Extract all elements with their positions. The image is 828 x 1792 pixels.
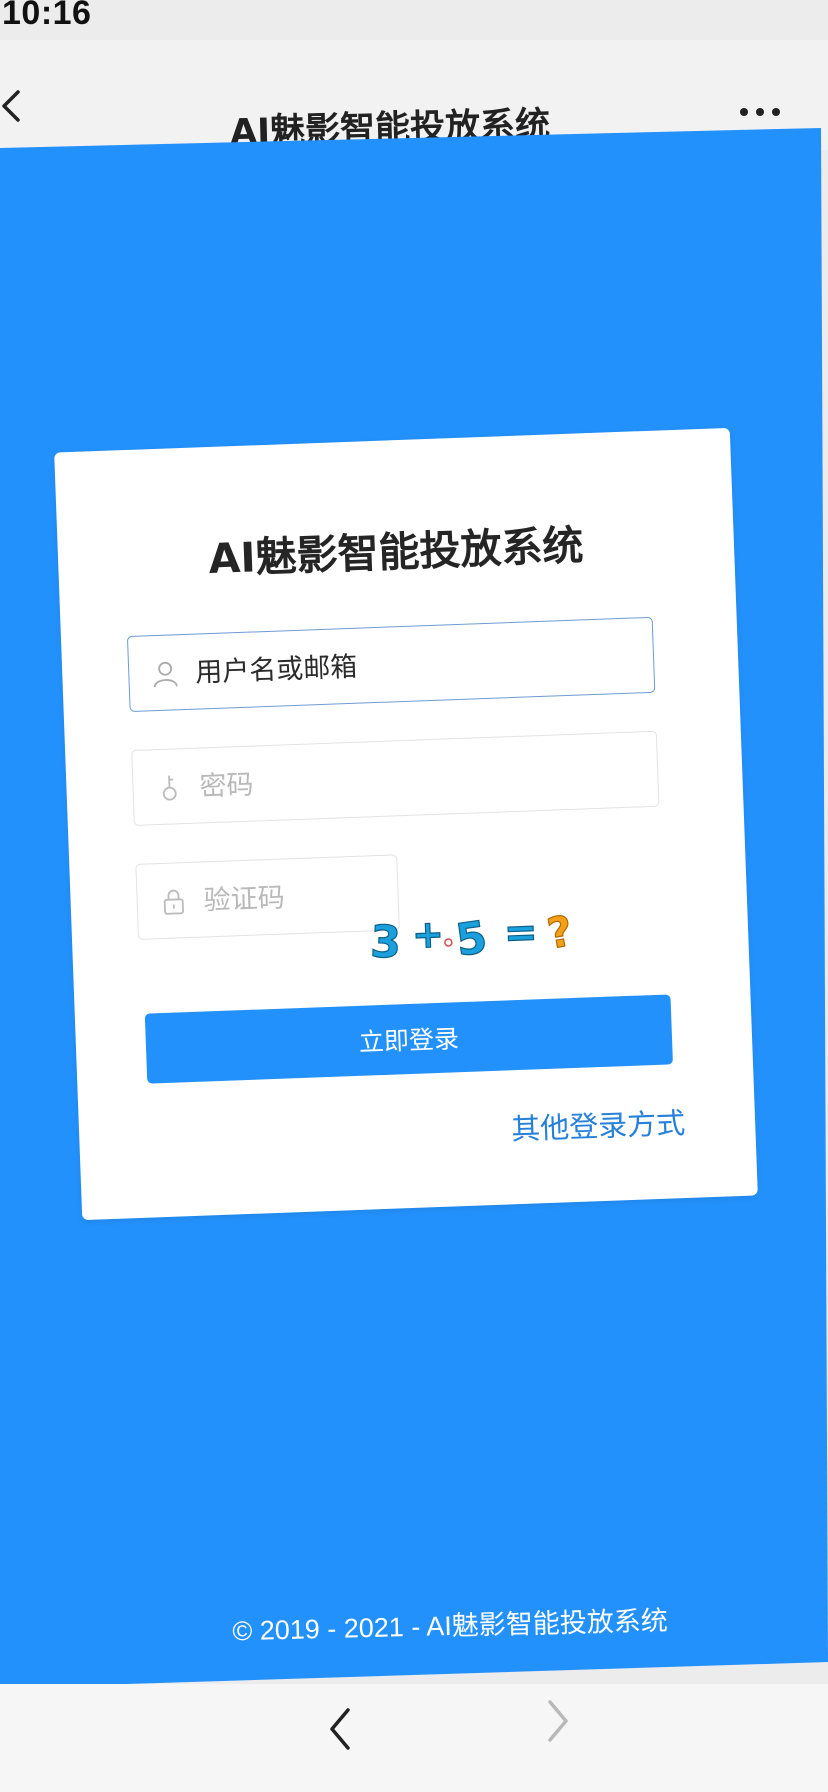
svg-text:3: 3 <box>370 917 402 969</box>
login-button[interactable]: 立即登录 <box>144 994 673 1084</box>
svg-text:+: + <box>411 912 444 957</box>
more-icon[interactable] <box>736 94 792 130</box>
key-icon <box>155 773 184 802</box>
username-input[interactable] <box>192 626 643 703</box>
svg-text:5: 5 <box>453 912 491 967</box>
status-time: 10:16 <box>2 0 92 32</box>
user-icon <box>151 659 180 688</box>
password-field-box <box>131 730 660 826</box>
chevron-left-icon[interactable] <box>326 1704 356 1754</box>
svg-text:=: = <box>503 909 538 956</box>
svg-text:?: ? <box>544 906 577 959</box>
captcha-input[interactable] <box>200 863 387 931</box>
captcha-field-box <box>135 854 400 940</box>
lock-icon <box>159 887 188 916</box>
password-input[interactable] <box>196 740 647 817</box>
captcha-image[interactable]: 3 + 5 = ? <box>361 895 593 973</box>
chevron-right-icon <box>542 1696 572 1746</box>
username-field-box <box>126 616 656 713</box>
other-login-link[interactable]: 其他登录方式 <box>510 1100 686 1148</box>
browser-bottom-bar <box>0 1684 828 1792</box>
login-card: AI魅影智能投放系统 3 + 5 = ? 立即登录 其他登录方式 <box>54 427 758 1221</box>
back-icon[interactable] <box>0 74 34 138</box>
card-title: AI魅影智能投放系统 <box>207 521 585 584</box>
